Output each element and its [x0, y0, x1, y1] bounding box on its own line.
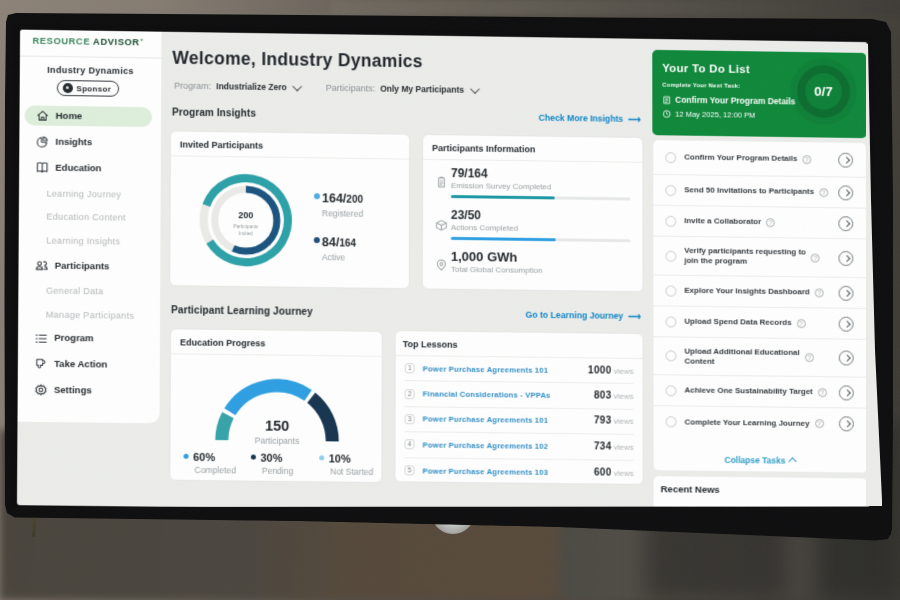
svg-text:Participants: Participants: [233, 225, 259, 231]
svg-text:Invited: Invited: [239, 231, 253, 237]
svg-text:200: 200: [238, 211, 253, 221]
